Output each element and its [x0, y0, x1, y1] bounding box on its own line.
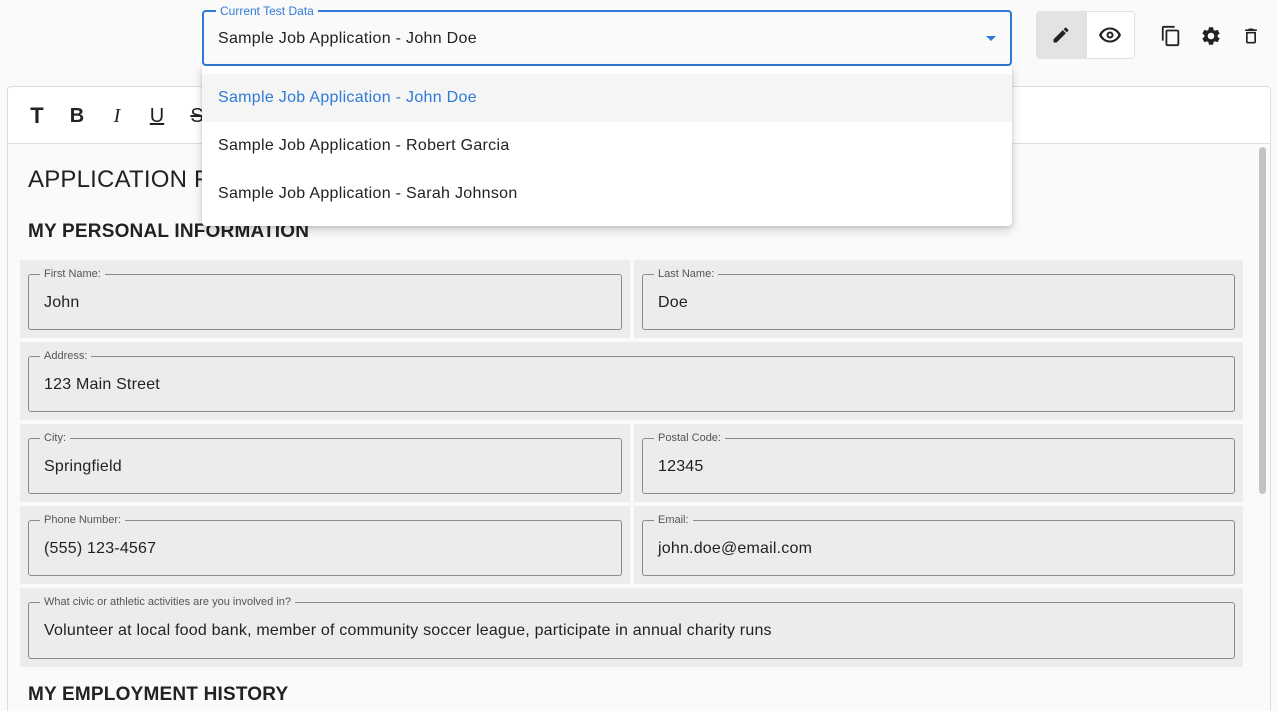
menu-option-robert-garcia[interactable]: Sample Job Application - Robert Garcia: [202, 122, 1012, 170]
preview-mode-button[interactable]: [1085, 12, 1135, 58]
address-field[interactable]: Address: 123 Main Street: [28, 349, 1235, 412]
editor-scrollbar-thumb[interactable]: [1259, 147, 1266, 494]
test-data-select-label: Current Test Data: [216, 3, 318, 19]
section-employment-history: MY EMPLOYMENT HISTORY: [28, 684, 289, 705]
document-title: APPLICATION FO: [28, 166, 228, 193]
gear-icon: [1202, 27, 1220, 45]
address-block: Address: 123 Main Street: [20, 342, 1243, 420]
postal-code-block: Postal Code: 12345: [634, 424, 1243, 502]
address-value: 123 Main Street: [44, 376, 160, 393]
settings-button[interactable]: [1197, 18, 1225, 54]
pencil-icon: [1053, 27, 1069, 43]
city-label: City:: [40, 431, 70, 445]
city-block: City: Springfield: [20, 424, 630, 502]
first-name-label: First Name:: [40, 267, 105, 281]
postal-code-value: 12345: [658, 458, 704, 475]
phone-label: Phone Number:: [40, 513, 126, 527]
caret-down-icon[interactable]: [986, 36, 996, 41]
email-block: Email: john.doe@email.com: [634, 506, 1243, 584]
postal-code-label: Postal Code:: [654, 431, 725, 445]
copy-icon: [1161, 25, 1180, 47]
last-name-field[interactable]: Last Name: Doe: [642, 267, 1235, 330]
copy-button[interactable]: [1157, 18, 1185, 54]
test-data-menu: Sample Job Application - John Doe Sample…: [202, 66, 1012, 226]
text-style-button[interactable]: T: [24, 103, 50, 129]
last-name-block: Last Name: Doe: [634, 260, 1243, 338]
activities-label: What civic or athletic activities are yo…: [40, 595, 295, 609]
postal-code-field[interactable]: Postal Code: 12345: [642, 431, 1235, 494]
activities-block: What civic or athletic activities are yo…: [20, 588, 1243, 667]
test-data-select[interactable]: Current Test Data Sample Job Application…: [202, 3, 1012, 66]
mode-toggle-group: [1036, 11, 1135, 59]
city-value: Springfield: [44, 458, 122, 475]
phone-field[interactable]: Phone Number: (555) 123-4567: [28, 513, 622, 576]
editor-scrollbar[interactable]: [1258, 147, 1266, 711]
activities-field[interactable]: What civic or athletic activities are yo…: [28, 595, 1235, 659]
trash-icon: [1245, 28, 1257, 44]
last-name-value: Doe: [658, 294, 688, 311]
first-name-field[interactable]: First Name: John: [28, 267, 622, 330]
menu-option-sarah-johnson[interactable]: Sample Job Application - Sarah Johnson: [202, 170, 1012, 218]
first-name-value: John: [44, 294, 80, 311]
eye-icon: [1099, 27, 1122, 43]
edit-mode-button[interactable]: [1037, 12, 1086, 58]
address-label: Address:: [40, 349, 92, 363]
phone-value: (555) 123-4567: [44, 540, 157, 557]
italic-button[interactable]: I: [104, 103, 130, 129]
email-field[interactable]: Email: john.doe@email.com: [642, 513, 1235, 576]
test-data-select-value: Sample Job Application - John Doe: [218, 30, 477, 47]
menu-option-john-doe[interactable]: Sample Job Application - John Doe: [202, 74, 1012, 122]
email-label: Email:: [654, 513, 693, 527]
delete-button[interactable]: [1237, 18, 1265, 54]
underline-button[interactable]: U: [144, 103, 170, 129]
email-value: john.doe@email.com: [658, 540, 813, 557]
last-name-label: Last Name:: [654, 267, 719, 281]
phone-block: Phone Number: (555) 123-4567: [20, 506, 630, 584]
document-body: APPLICATION FO MY PERSONAL INFORMATION F…: [8, 144, 1270, 711]
bold-button[interactable]: B: [64, 103, 90, 129]
city-field[interactable]: City: Springfield: [28, 431, 622, 494]
activities-value: Volunteer at local food bank, member of …: [44, 622, 772, 639]
first-name-block: First Name: John: [20, 260, 630, 338]
